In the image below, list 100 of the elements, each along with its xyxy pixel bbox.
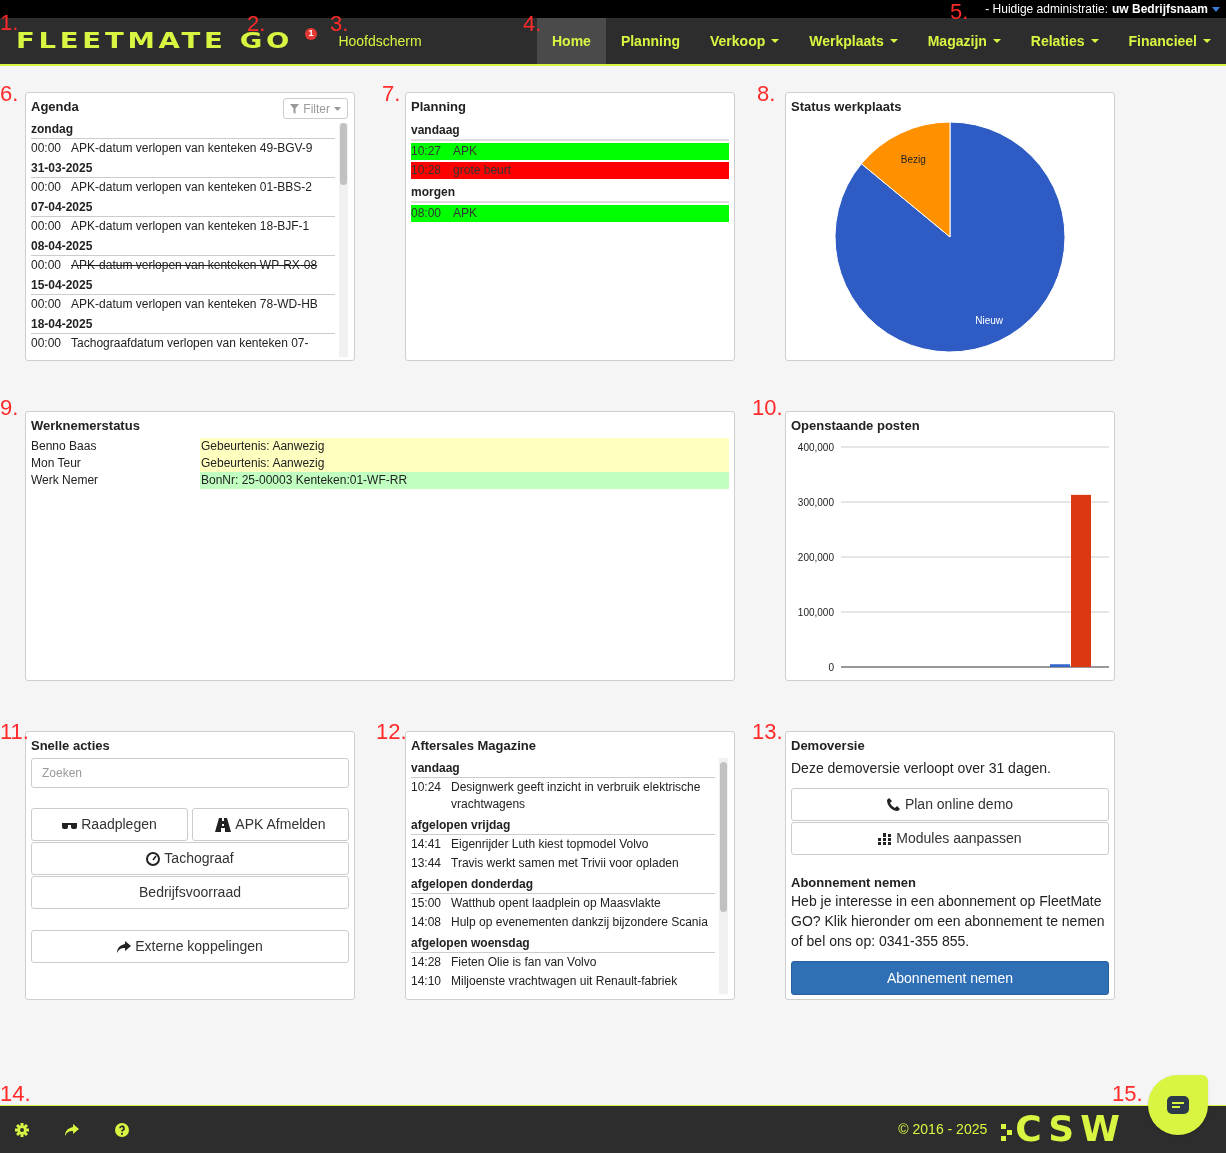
employee-name: Werk Nemer [31, 472, 100, 489]
employee-name: Mon Teur [31, 455, 82, 472]
article-link[interactable]: Eigenrijder Luth kiest topmodel Volvo [451, 836, 649, 853]
day-heading: vandaag [411, 119, 729, 141]
event-time: 00:00 [31, 257, 62, 274]
date-heading: 08-04-2025 [31, 236, 335, 256]
article-time: 10:24 [411, 779, 442, 796]
settings-icon[interactable] [15, 1122, 29, 1137]
copyright: © 2016 - 2025 [898, 1120, 988, 1139]
event-text[interactable]: APK-datum verlopen van kenteken WP-RX-08 [71, 256, 318, 274]
action-button[interactable]: Tachograaf [31, 842, 349, 875]
tachometer-icon [146, 851, 161, 866]
axis-tick-label: 400,000 [797, 441, 834, 453]
article-link[interactable]: Hulp op evenementen dankzij bijzondere Scania [451, 914, 708, 931]
blocks-icon [878, 832, 892, 845]
event-text[interactable]: APK-datum verlopen van kenteken 78-WD-HB [71, 295, 318, 313]
action-button[interactable]: Raadplegen [31, 808, 188, 841]
company-selector[interactable]: uw Bedrijfsnaam [1111, 0, 1208, 18]
annotation-number: 13. [752, 721, 783, 743]
event-time: 00:00 [31, 179, 62, 196]
article-time: 13:44 [411, 855, 442, 872]
event-text[interactable]: APK-datum verlopen van kenteken 01-BBS-2 [71, 178, 312, 196]
date-heading: 07-04-2025 [31, 197, 335, 217]
subscribe-text: Heb je interesse in een abonnement op FleetMate GO? Klik hieronder om een abonnement te nemen of bel ons op: 0341-355 855. [791, 892, 1106, 951]
axis-tick-label: 100,000 [797, 606, 834, 618]
subscribe-button[interactable]: Abonnement nemen [791, 961, 1109, 995]
slice-label: Bezig [900, 153, 926, 165]
annotation-number: 6. [0, 83, 19, 105]
help-icon[interactable] [115, 1122, 129, 1137]
slice-label: Nieuw [975, 315, 1004, 327]
date-heading: 31-03-2025 [31, 158, 335, 178]
scrollbar[interactable] [719, 758, 728, 994]
day-heading: morgen [411, 181, 729, 203]
scrollbar[interactable] [339, 123, 348, 357]
company-logo: CSW [1015, 1111, 1126, 1146]
event-time: 00:00 [31, 218, 62, 235]
panel-title: Aftersales Magazine [411, 737, 536, 755]
road-icon [215, 817, 232, 832]
caret-icon [334, 106, 341, 111]
date-heading: 18-04-2025 [31, 314, 335, 334]
notification-badge: 1 [305, 28, 317, 40]
demo-button[interactable]: Modules aanpassen [791, 822, 1109, 855]
chat-button[interactable] [1148, 1075, 1208, 1135]
event-time: 00:00 [31, 296, 62, 313]
axis-tick-label: 0 [828, 661, 834, 673]
date-heading: zondag [31, 119, 335, 139]
article-time: 14:08 [411, 914, 442, 931]
nav-tab[interactable]: Financieel [1113, 18, 1226, 64]
nav-tab[interactable]: Relaties [1015, 18, 1114, 64]
panel-title: Werknemerstatus [31, 417, 140, 435]
demo-button[interactable]: Plan online demo [791, 788, 1109, 821]
annotation-number: 12. [376, 721, 407, 743]
event-text[interactable]: Tachograafdatum verlopen van kenteken 07- [71, 334, 309, 352]
company-label: - Huidige administratie: [985, 1, 1108, 18]
article-time: 14:41 [411, 836, 442, 853]
filter-icon [290, 103, 300, 114]
article-time: 14:10 [411, 973, 442, 990]
employee-status: Gebeurtenis: Aanwezig [200, 438, 729, 455]
panel-title: Agenda [31, 98, 79, 116]
annotation-number: 10. [752, 397, 783, 419]
annotation-number: 8. [757, 83, 776, 105]
axis-tick-label: 200,000 [797, 551, 834, 563]
action-button[interactable]: Bedrijfsvoorraad [31, 876, 349, 909]
annotation-number: 14. [0, 1083, 31, 1105]
event-text[interactable]: APK-datum verlopen van kenteken 18-BJF-1 [71, 217, 310, 235]
share-icon[interactable] [65, 1123, 79, 1136]
action-button[interactable]: APK Afmelden [192, 808, 349, 841]
panel-title: Planning [411, 98, 466, 116]
section-title: Abonnement nemen [791, 875, 917, 891]
axis-tick-label: 300,000 [797, 496, 834, 508]
day-heading: afgelopen vrijdag [411, 815, 715, 835]
article-link[interactable]: Watthub opent laadplein op Maasvlakte [451, 895, 661, 912]
employee-status: Gebeurtenis: Aanwezig [200, 455, 729, 472]
panel-title: Openstaande posten [791, 417, 920, 435]
annotation-number: 1. [0, 12, 19, 34]
employee-name: Benno Baas [31, 438, 98, 455]
external-links-button[interactable]: Externe koppelingen [31, 930, 349, 963]
planning-entry[interactable]: 08:00 APK [411, 205, 729, 222]
event-text[interactable]: APK-datum verlopen van kenteken 49-BGV-9 [71, 139, 313, 157]
article-link[interactable]: Designwerk geeft inzicht in verbruik elektrische vrachtwagens [451, 779, 715, 813]
planning-entry[interactable]: 10:27 APK [411, 143, 729, 160]
article-link[interactable]: Travis werkt samen met Trivii voor opladen [451, 855, 679, 872]
event-time: 00:00 [31, 335, 62, 352]
search-field[interactable]: Zoeken [31, 758, 349, 788]
article-time: 14:28 [411, 954, 442, 971]
article-link[interactable]: Miljoenste vrachtwagen uit Renault-fabriek [451, 973, 678, 990]
nav-tab[interactable]: Planning [605, 18, 695, 64]
day-heading: vandaag [411, 758, 715, 778]
annotation-number: 15. [1112, 1083, 1143, 1105]
date-heading: 15-04-2025 [31, 275, 335, 295]
demo-notice: Deze demoversie verloopt over 31 dagen. [791, 759, 1052, 778]
article-time: 15:00 [411, 895, 442, 912]
chat-icon [1167, 1096, 1189, 1114]
panel-title: Demoversie [791, 737, 865, 755]
nav-tab[interactable]: Verkoop [695, 18, 795, 64]
phone-icon [886, 798, 900, 811]
article-link[interactable]: Fieten Olie is fan van Volvo [451, 954, 597, 971]
caret-icon [1212, 6, 1220, 12]
share-icon [117, 940, 132, 953]
nav-tab[interactable]: Werkplaats [794, 18, 913, 64]
